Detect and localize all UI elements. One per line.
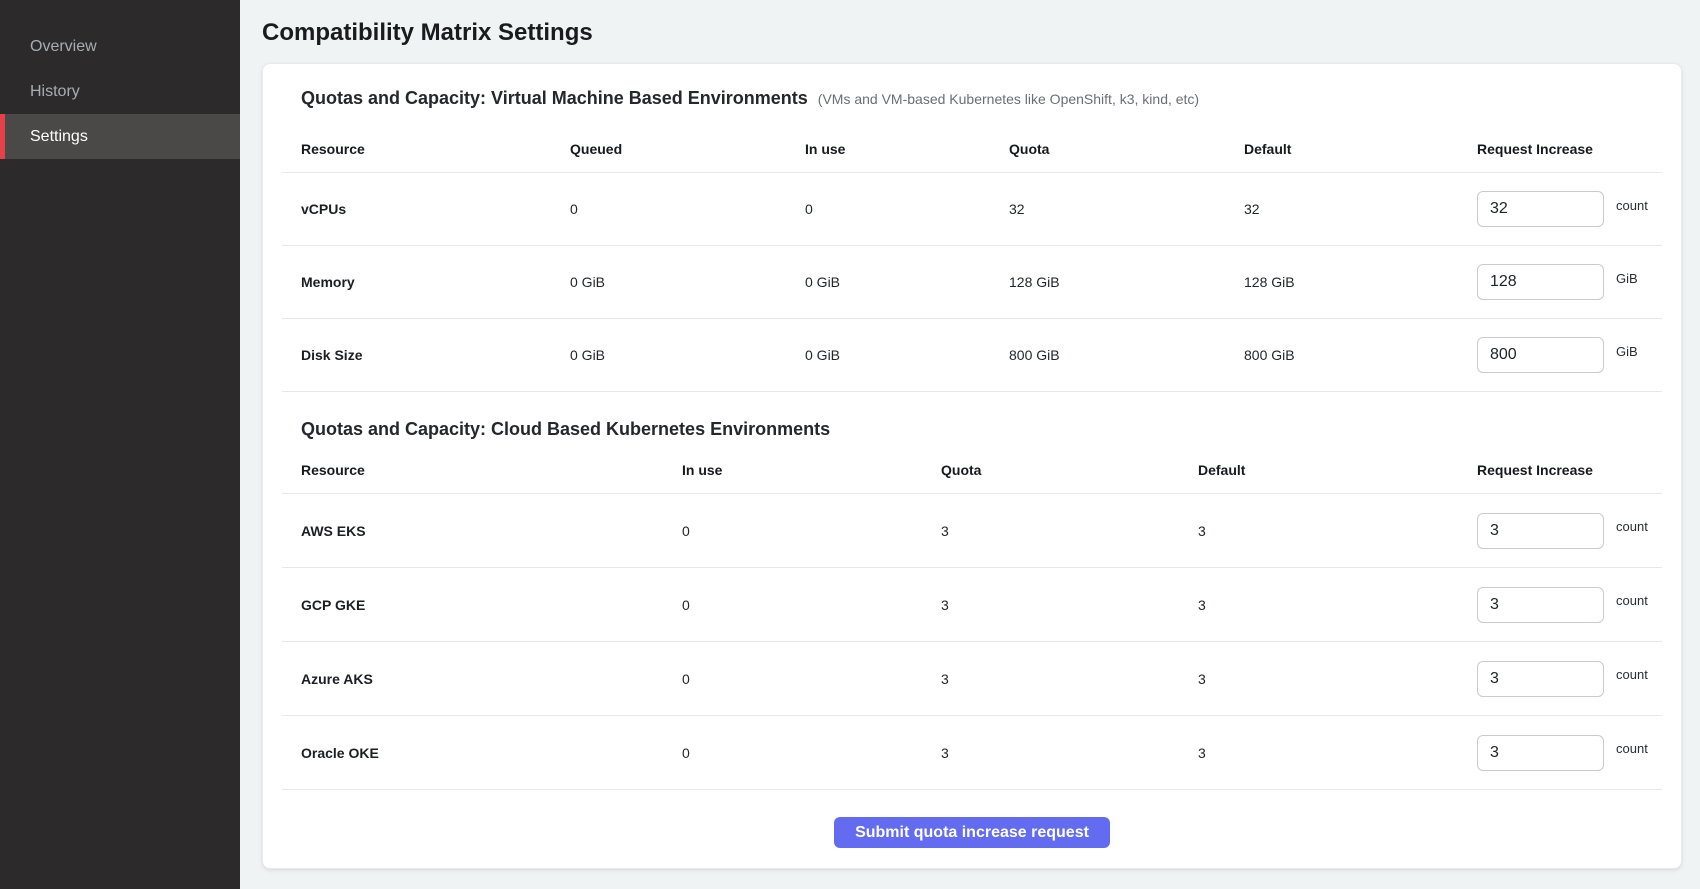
request-increase-cell: count bbox=[1477, 191, 1662, 227]
resource-cell: Disk Size bbox=[282, 347, 570, 363]
table-row: vCPUs 0 0 32 32 count bbox=[282, 173, 1662, 246]
page-title: Compatibility Matrix Settings bbox=[262, 20, 1682, 46]
table-header-row: Resource In use Quota Default Request In… bbox=[282, 448, 1662, 494]
resource-cell: Azure AKS bbox=[282, 671, 682, 687]
request-increase-cell: count bbox=[1477, 661, 1662, 697]
request-increase-cell: GiB bbox=[1477, 337, 1662, 373]
unit-label: GiB bbox=[1616, 344, 1638, 359]
column-header-quota: Quota bbox=[941, 462, 1198, 478]
column-header-resource: Resource bbox=[282, 141, 570, 157]
in-use-cell: 0 bbox=[682, 745, 941, 761]
column-header-quota: Quota bbox=[1009, 141, 1244, 157]
sidebar-item-settings[interactable]: Settings bbox=[0, 114, 240, 159]
in-use-cell: 0 GiB bbox=[805, 347, 1009, 363]
quota-cell: 3 bbox=[941, 671, 1198, 687]
request-increase-cell: count bbox=[1477, 735, 1662, 771]
sidebar-item-label: Overview bbox=[30, 38, 97, 56]
section-heading: Quotas and Capacity: Cloud Based Kuberne… bbox=[301, 419, 1662, 440]
column-header-in-use: In use bbox=[805, 141, 1009, 157]
default-cell: 3 bbox=[1198, 745, 1477, 761]
section-heading: Quotas and Capacity: Virtual Machine Bas… bbox=[301, 88, 1662, 109]
column-header-request-increase: Request Increase bbox=[1477, 462, 1662, 478]
in-use-cell: 0 bbox=[682, 523, 941, 539]
default-cell: 3 bbox=[1198, 671, 1477, 687]
table-row: Oracle OKE 0 3 3 count bbox=[282, 716, 1662, 790]
unit-label: count bbox=[1616, 741, 1648, 756]
request-increase-input[interactable] bbox=[1477, 587, 1604, 623]
column-header-request-increase: Request Increase bbox=[1477, 141, 1662, 157]
queued-cell: 0 GiB bbox=[570, 347, 805, 363]
request-increase-input[interactable] bbox=[1477, 264, 1604, 300]
main-content: Compatibility Matrix Settings Quotas and… bbox=[240, 0, 1700, 889]
submit-quota-increase-button[interactable]: Submit quota increase request bbox=[834, 817, 1110, 848]
resource-cell: GCP GKE bbox=[282, 597, 682, 613]
table-row: Azure AKS 0 3 3 count bbox=[282, 642, 1662, 716]
sidebar-item-history[interactable]: History bbox=[0, 69, 240, 114]
default-cell: 3 bbox=[1198, 523, 1477, 539]
resource-cell: AWS EKS bbox=[282, 523, 682, 539]
request-increase-input[interactable] bbox=[1477, 191, 1604, 227]
column-header-in-use: In use bbox=[682, 462, 941, 478]
section-subtitle: (VMs and VM-based Kubernetes like OpenSh… bbox=[818, 91, 1199, 107]
quota-cell: 3 bbox=[941, 523, 1198, 539]
column-header-default: Default bbox=[1244, 141, 1477, 157]
quota-cell: 3 bbox=[941, 745, 1198, 761]
quota-cell: 800 GiB bbox=[1009, 347, 1244, 363]
unit-label: GiB bbox=[1616, 271, 1638, 286]
column-header-queued: Queued bbox=[570, 141, 805, 157]
default-cell: 3 bbox=[1198, 597, 1477, 613]
card-footer: Submit quota increase request bbox=[282, 790, 1662, 850]
column-header-resource: Resource bbox=[282, 462, 682, 478]
request-increase-input[interactable] bbox=[1477, 513, 1604, 549]
request-increase-input[interactable] bbox=[1477, 337, 1604, 373]
active-indicator-bar bbox=[0, 114, 5, 159]
column-header-default: Default bbox=[1198, 462, 1477, 478]
unit-label: count bbox=[1616, 667, 1648, 682]
sidebar-item-overview[interactable]: Overview bbox=[0, 24, 240, 69]
unit-label: count bbox=[1616, 198, 1648, 213]
table-row: Disk Size 0 GiB 0 GiB 800 GiB 800 GiB Gi… bbox=[282, 319, 1662, 392]
quota-cell: 32 bbox=[1009, 201, 1244, 217]
table-header-row: Resource Queued In use Quota Default Req… bbox=[282, 117, 1662, 173]
default-cell: 32 bbox=[1244, 201, 1477, 217]
table-row: GCP GKE 0 3 3 count bbox=[282, 568, 1662, 642]
unit-label: count bbox=[1616, 519, 1648, 534]
resource-cell: vCPUs bbox=[282, 201, 570, 217]
table-row: AWS EKS 0 3 3 count bbox=[282, 494, 1662, 568]
section-title: Quotas and Capacity: Virtual Machine Bas… bbox=[301, 88, 808, 109]
sidebar-item-label: History bbox=[30, 83, 80, 101]
request-increase-input[interactable] bbox=[1477, 735, 1604, 771]
vm-quota-section: Quotas and Capacity: Virtual Machine Bas… bbox=[282, 88, 1662, 392]
resource-cell: Memory bbox=[282, 274, 570, 290]
section-title: Quotas and Capacity: Cloud Based Kuberne… bbox=[301, 419, 830, 440]
request-increase-cell: GiB bbox=[1477, 264, 1662, 300]
request-increase-cell: count bbox=[1477, 513, 1662, 549]
resource-cell: Oracle OKE bbox=[282, 745, 682, 761]
queued-cell: 0 bbox=[570, 201, 805, 217]
quota-settings-card: Quotas and Capacity: Virtual Machine Bas… bbox=[262, 63, 1682, 869]
cloud-k8s-quota-section: Quotas and Capacity: Cloud Based Kuberne… bbox=[282, 419, 1662, 790]
quota-cell: 3 bbox=[941, 597, 1198, 613]
request-increase-cell: count bbox=[1477, 587, 1662, 623]
in-use-cell: 0 GiB bbox=[805, 274, 1009, 290]
unit-label: count bbox=[1616, 593, 1648, 608]
in-use-cell: 0 bbox=[805, 201, 1009, 217]
quota-cell: 128 GiB bbox=[1009, 274, 1244, 290]
in-use-cell: 0 bbox=[682, 671, 941, 687]
request-increase-input[interactable] bbox=[1477, 661, 1604, 697]
default-cell: 800 GiB bbox=[1244, 347, 1477, 363]
table-row: Memory 0 GiB 0 GiB 128 GiB 128 GiB GiB bbox=[282, 246, 1662, 319]
sidebar-item-label: Settings bbox=[30, 128, 88, 146]
sidebar: Overview History Settings bbox=[0, 0, 240, 889]
default-cell: 128 GiB bbox=[1244, 274, 1477, 290]
queued-cell: 0 GiB bbox=[570, 274, 805, 290]
in-use-cell: 0 bbox=[682, 597, 941, 613]
